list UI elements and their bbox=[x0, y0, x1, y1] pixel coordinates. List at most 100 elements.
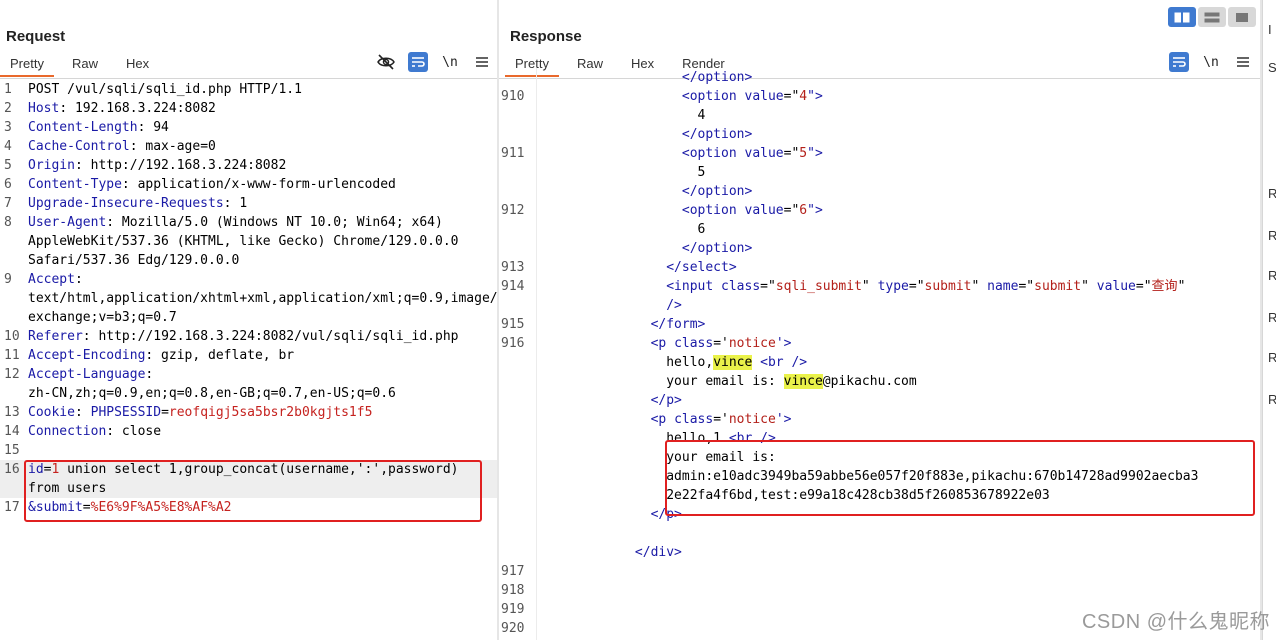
code-token: " bbox=[971, 279, 988, 294]
line-text: 4 bbox=[541, 106, 1261, 125]
code-token: " bbox=[1177, 279, 1186, 294]
inspector-strip-label[interactable]: S bbox=[1268, 60, 1276, 75]
tab-raw[interactable]: Raw bbox=[62, 55, 108, 77]
code-token: =' bbox=[713, 336, 729, 351]
line-text: </p> bbox=[541, 391, 1261, 410]
code-line: 910 <option value="4"> bbox=[499, 87, 1261, 106]
code-line: 918 bbox=[499, 581, 1261, 600]
inspector-strip-label[interactable]: I bbox=[1268, 22, 1272, 37]
code-line: 914 <input class="sqli_submit" type="sub… bbox=[499, 277, 1261, 296]
line-number: 14 bbox=[4, 424, 20, 439]
code-token: Connection bbox=[28, 424, 107, 439]
code-line: 911 <option value="5"> bbox=[499, 144, 1261, 163]
split-rows-icon[interactable] bbox=[1198, 7, 1226, 27]
code-token: : close bbox=[106, 424, 162, 439]
request-tabs: Pretty Raw Hex bbox=[0, 55, 159, 79]
newline-toggle[interactable]: \n bbox=[440, 52, 460, 72]
code-token: Upgrade-Insecure-Requests bbox=[28, 196, 224, 211]
eye-slash-icon[interactable] bbox=[376, 52, 396, 72]
line-number: 2 bbox=[4, 101, 12, 116]
inspector-strip-label[interactable]: R bbox=[1268, 350, 1276, 365]
tab-pretty[interactable]: Pretty bbox=[0, 55, 54, 77]
code-token: POST /vul/sqli/sqli_id.php HTTP/1.1 bbox=[28, 82, 302, 97]
single-pane-icon[interactable] bbox=[1228, 7, 1256, 27]
code-line: 5 Origin: http://192.168.3.224:8082 bbox=[0, 156, 497, 175]
code-line: 912 <option value="6"> bbox=[499, 201, 1261, 220]
code-token: <p bbox=[541, 336, 675, 351]
line-number: 7 bbox=[4, 196, 12, 211]
line-number: 920 bbox=[499, 619, 537, 638]
code-token: 5 bbox=[799, 146, 808, 161]
code-token: 5 bbox=[541, 165, 706, 180]
code-token: /> bbox=[541, 298, 682, 313]
code-token: </p> bbox=[541, 393, 682, 408]
code-token: sqli_submit bbox=[775, 279, 862, 294]
code-line: </p> bbox=[499, 391, 1261, 410]
line-number bbox=[499, 505, 537, 524]
code-line: /> bbox=[499, 296, 1261, 315]
line-number: 8 bbox=[4, 215, 12, 230]
code-token: "> bbox=[807, 146, 823, 161]
code-token: <option bbox=[541, 203, 745, 218]
line-number bbox=[499, 106, 537, 125]
line-number bbox=[499, 68, 537, 87]
code-line: 1 POST /vul/sqli/sqli_id.php HTTP/1.1 bbox=[0, 80, 497, 99]
inspector-strip-label[interactable]: R bbox=[1268, 228, 1276, 243]
line-text: </option> bbox=[541, 239, 1261, 258]
code-token: notice bbox=[728, 412, 776, 427]
line-number: 13 bbox=[4, 405, 20, 420]
response-title: Response bbox=[510, 28, 582, 45]
inspector-strip-label[interactable]: R bbox=[1268, 392, 1276, 407]
line-number bbox=[499, 486, 537, 505]
inspector-strip-label[interactable]: R bbox=[1268, 186, 1276, 201]
line-text: Connection: close bbox=[28, 422, 497, 441]
line-number: 10 bbox=[4, 329, 20, 344]
code-line: 6 Content-Type: application/x-www-form-ur… bbox=[0, 175, 497, 194]
line-number bbox=[499, 543, 537, 562]
inspector-strip-label[interactable]: R bbox=[1268, 310, 1276, 325]
code-line: 3 Content-Length: 94 bbox=[0, 118, 497, 137]
line-number: 916 bbox=[499, 334, 537, 353]
line-text: <input class="sqli_submit" type="submit"… bbox=[541, 277, 1261, 296]
line-number: 11 bbox=[4, 348, 20, 363]
inspector-strip-label[interactable]: R bbox=[1268, 268, 1276, 283]
code-token: <input bbox=[541, 279, 722, 294]
highlight-box-response bbox=[665, 440, 1255, 516]
line-number: 4 bbox=[4, 139, 12, 154]
code-token: : 1 bbox=[223, 196, 248, 211]
code-token: 查询 bbox=[1151, 279, 1178, 294]
code-line: 915 </form> bbox=[499, 315, 1261, 334]
code-line: 9 Accept: text/html,application/xhtml+xml… bbox=[0, 270, 497, 327]
line-text bbox=[541, 581, 1261, 600]
line-number: 917 bbox=[499, 562, 537, 581]
code-token: </div> bbox=[541, 545, 682, 560]
line-text: Origin: http://192.168.3.224:8082 bbox=[28, 156, 497, 175]
line-number bbox=[499, 163, 537, 182]
code-token: submit bbox=[1034, 279, 1082, 294]
hamburger-menu-icon[interactable] bbox=[472, 52, 492, 72]
watermark: CSDN @什么鬼昵称 bbox=[1081, 611, 1270, 633]
code-token: <br /> bbox=[760, 355, 808, 370]
tab-hex[interactable]: Hex bbox=[116, 55, 159, 77]
line-text: Accept-Encoding: gzip, deflate, br bbox=[28, 346, 497, 365]
line-text: <option value="4"> bbox=[541, 87, 1261, 106]
line-number: 913 bbox=[499, 258, 537, 277]
request-editor[interactable]: 1 POST /vul/sqli/sqli_id.php HTTP/1.1 2 Hos… bbox=[0, 80, 497, 640]
code-token: =' bbox=[713, 412, 729, 427]
code-token: </option> bbox=[541, 184, 753, 199]
response-editor[interactable]: </option> 910 <option value="4"> 4 </opti… bbox=[499, 68, 1261, 640]
request-pane: Request Pretty Raw Hex \n 1 POST /vul/sqli/… bbox=[0, 0, 497, 640]
split-columns-icon[interactable] bbox=[1168, 7, 1196, 27]
code-token: Content-Type bbox=[28, 177, 122, 192]
line-text: Host: 192.168.3.224:8082 bbox=[28, 99, 497, 118]
code-token: : 94 bbox=[137, 120, 169, 135]
code-token: Content-Length bbox=[28, 120, 138, 135]
code-token: vince bbox=[713, 355, 753, 370]
line-number: 6 bbox=[4, 177, 12, 192]
code-token: Host bbox=[28, 101, 60, 116]
wrap-icon[interactable] bbox=[408, 52, 428, 72]
code-token: 4 bbox=[541, 108, 706, 123]
line-text: Accept: text/html,application/xhtml+xml,… bbox=[28, 270, 497, 327]
response-pane: Response Pretty Raw Hex Render \n </option>… bbox=[499, 0, 1261, 640]
